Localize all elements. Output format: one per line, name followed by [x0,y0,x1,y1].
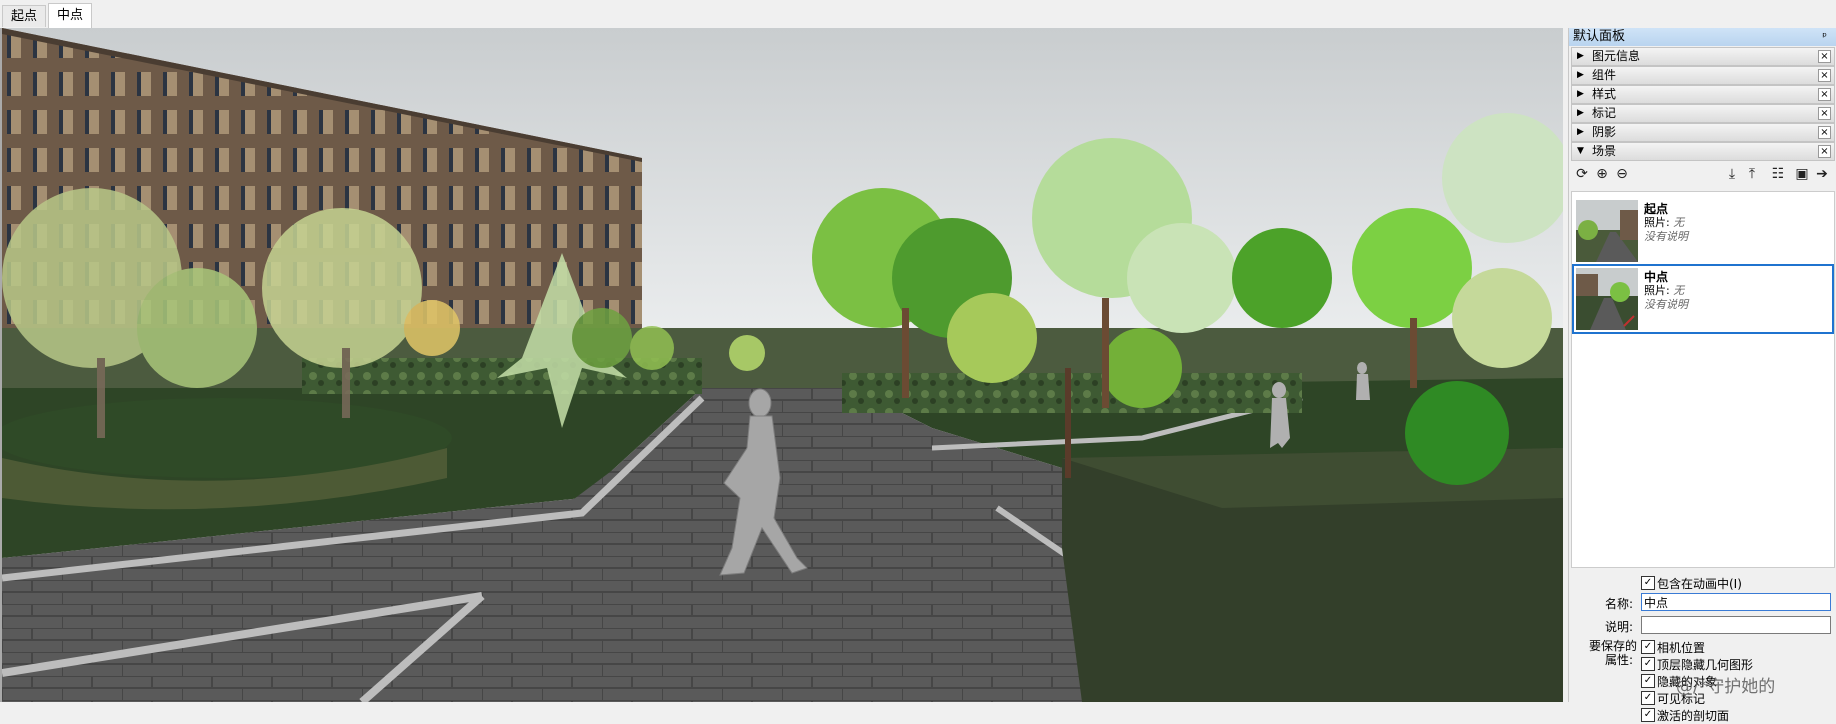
section-label: 组件 [1592,68,1617,82]
section-shadows[interactable]: ▶ 阴影 × [1571,123,1835,142]
move-scene-down-icon[interactable]: ⤓ [1723,165,1741,183]
property-label: 相机位置 [1657,641,1706,655]
section-tags[interactable]: ▶ 标记 × [1571,104,1835,123]
description-label: 说明: [1605,620,1634,634]
move-scene-up-icon[interactable]: ⤒ [1743,165,1761,183]
property-label: 顶层隐藏几何图形 [1657,658,1754,672]
collapsed-triangle-icon: ▶ [1577,70,1584,80]
scene-thumbnail [1576,200,1638,262]
section-entity-info[interactable]: ▶ 图元信息 × [1571,47,1835,66]
section-label: 图元信息 [1592,49,1641,63]
model-viewport[interactable] [0,28,1565,702]
section-label: 标记 [1592,106,1617,120]
collapsed-triangle-icon: ▶ [1577,127,1584,137]
active-section-planes-checkbox[interactable]: ✓ [1641,708,1655,722]
refresh-scene-icon[interactable]: ⟳ [1573,165,1591,183]
scene-thumbnail [1576,268,1638,330]
property-label: 激活的剖切面 [1657,709,1730,723]
name-label: 名称: [1605,597,1634,611]
hidden-geometry-checkbox[interactable]: ✓ [1641,657,1655,671]
close-icon[interactable]: × [1818,126,1831,139]
watermark: @/*守护她的 [1676,677,1776,697]
top-bar: 起点 中点 [0,0,1836,29]
default-tray-panel: 默认面板 ᵖ ▶ 图元信息 × ▶ 组件 × ▶ 样式 × ▶ 标记 × ▶ 阴… [1568,28,1836,723]
close-icon[interactable]: × [1818,107,1831,120]
show-details-icon[interactable]: ▣ [1793,165,1811,183]
pin-icon[interactable]: ᵖ [1818,28,1827,46]
close-icon[interactable]: × [1818,88,1831,101]
scene-list[interactable]: 起点 照片: 无 没有说明 中点 照片: 无 没有说明 [1571,191,1835,568]
collapsed-triangle-icon: ▶ [1577,89,1584,99]
view-options-icon[interactable]: ☷ [1769,165,1787,183]
section-scenes[interactable]: ▼ 场景 × [1571,142,1835,161]
visible-tags-checkbox[interactable]: ✓ [1641,691,1655,705]
section-components[interactable]: ▶ 组件 × [1571,66,1835,85]
scene-name-input[interactable]: 中点 [1641,593,1831,611]
tab-mid-point[interactable]: 中点 [48,3,93,28]
scene-description-input[interactable] [1641,616,1831,634]
scene-menu-icon[interactable]: ➔ [1813,165,1831,183]
tray-title-bar: 默认面板 ᵖ [1569,28,1836,46]
include-in-animation-checkbox[interactable]: ✓ [1641,576,1655,590]
collapsed-triangle-icon: ▶ [1577,108,1584,118]
scene-render [2,28,1563,702]
tab-start-point[interactable]: 起点 [2,5,47,27]
camera-position-checkbox[interactable]: ✓ [1641,640,1655,654]
section-label: 场景 [1592,144,1617,158]
tray-title: 默认面板 [1573,29,1626,44]
close-icon[interactable]: × [1818,50,1831,63]
add-scene-icon[interactable]: ⊕ [1593,165,1611,183]
include-in-animation-label: 包含在动画中(I) [1657,577,1742,591]
close-icon[interactable]: × [1818,145,1831,158]
remove-scene-icon[interactable]: ⊖ [1613,165,1631,183]
collapsed-triangle-icon: ▶ [1577,51,1584,61]
scene-item-mid[interactable]: 中点 照片: 无 没有说明 [1572,264,1834,334]
close-icon[interactable]: × [1818,69,1831,82]
section-label: 阴影 [1592,125,1617,139]
scene-description: 没有说明 [1644,298,1688,311]
hidden-objects-checkbox[interactable]: ✓ [1641,674,1655,688]
section-styles[interactable]: ▶ 样式 × [1571,85,1835,104]
expanded-triangle-icon: ▼ [1577,146,1584,156]
scene-item-start[interactable]: 起点 照片: 无 没有说明 [1574,198,1830,264]
scene-tab-strip: 起点 中点 [0,0,1560,29]
save-properties-label-2: 属性: [1605,653,1634,667]
section-label: 样式 [1592,87,1617,101]
scene-description: 没有说明 [1644,230,1688,243]
